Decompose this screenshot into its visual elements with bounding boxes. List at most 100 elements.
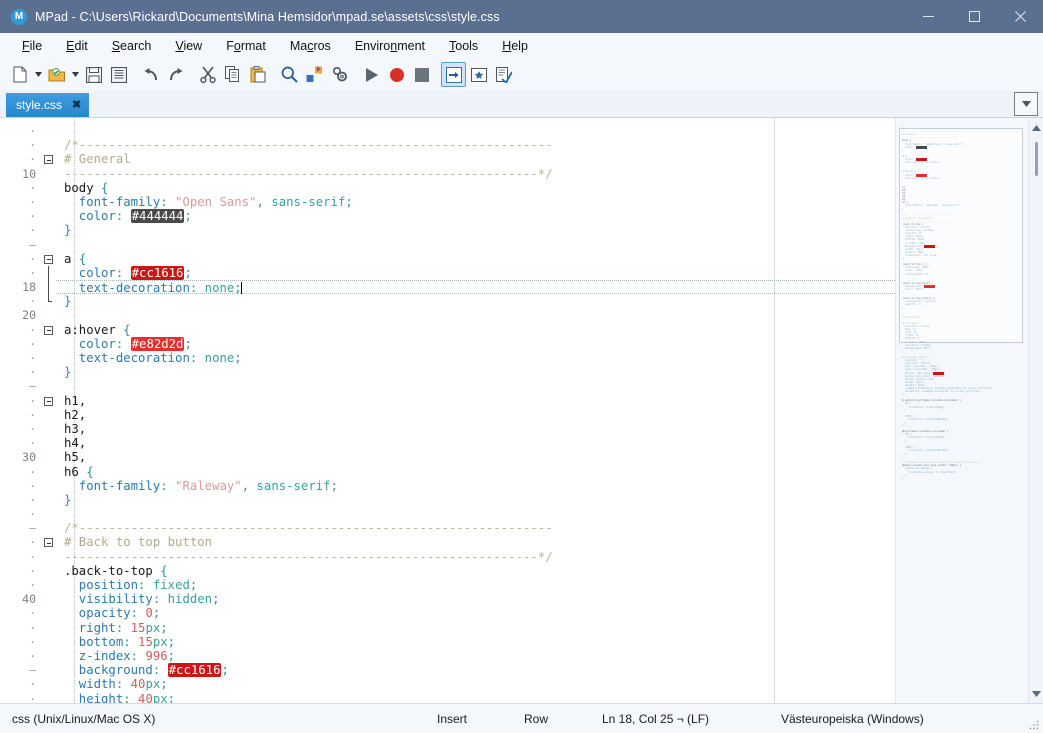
- scrollbar-thumb[interactable]: [1035, 142, 1038, 176]
- fold-cell[interactable]: [42, 252, 56, 266]
- fold-toggle-icon[interactable]: [44, 538, 53, 548]
- save-icon[interactable]: [81, 62, 106, 87]
- open-file-icon[interactable]: [44, 62, 69, 87]
- code-line[interactable]: background: #cc1616;: [56, 663, 895, 678]
- code-line[interactable]: text-decoration: none;: [56, 280, 895, 295]
- record-macro-icon[interactable]: [384, 62, 409, 87]
- code-line[interactable]: .back-to-top {: [56, 564, 895, 578]
- menu-item-environment[interactable]: Environment: [343, 36, 437, 56]
- status-insert-mode[interactable]: Insert: [437, 712, 467, 726]
- code-line[interactable]: font-family: "Raleway", sans-serif;: [56, 479, 895, 493]
- code-line[interactable]: visibility: hidden;: [56, 592, 895, 606]
- code-line[interactable]: ----------------------------------------…: [56, 167, 895, 181]
- code-line[interactable]: h4,: [56, 436, 895, 450]
- code-line[interactable]: a:hover {: [56, 323, 895, 337]
- code-text[interactable]: /*--------------------------------------…: [56, 124, 895, 703]
- fold-cell[interactable]: [42, 394, 56, 408]
- status-language[interactable]: css (Unix/Linux/Mac OS X): [12, 712, 155, 726]
- code-line[interactable]: [56, 238, 895, 252]
- code-line[interactable]: h5,: [56, 450, 895, 464]
- code-line[interactable]: }: [56, 294, 895, 308]
- open-file-dropdown-caret[interactable]: [69, 62, 81, 87]
- redo-icon[interactable]: [163, 62, 188, 87]
- code-line[interactable]: opacity: 0;: [56, 606, 895, 620]
- code-line[interactable]: h2,: [56, 408, 895, 422]
- search-icon[interactable]: [277, 62, 302, 87]
- code-line[interactable]: }: [56, 493, 895, 507]
- paste-icon[interactable]: [245, 62, 270, 87]
- menu-item-view[interactable]: View: [163, 36, 214, 56]
- fold-toggle-icon[interactable]: [44, 254, 53, 264]
- code-line[interactable]: ----------------------------------------…: [56, 550, 895, 564]
- fold-toggle-icon[interactable]: [44, 396, 53, 406]
- code-line[interactable]: h3,: [56, 422, 895, 436]
- menu-item-macros[interactable]: Macros: [278, 36, 343, 56]
- status-encoding[interactable]: Västeuropeiska (Windows): [781, 712, 924, 726]
- code-line[interactable]: width: 40px;: [56, 677, 895, 691]
- vertical-scrollbar[interactable]: [1028, 118, 1043, 703]
- maximize-button[interactable]: [951, 0, 997, 33]
- menu-item-edit[interactable]: Edit: [54, 36, 100, 56]
- code-line[interactable]: right: 15px;: [56, 621, 895, 635]
- undo-icon[interactable]: [138, 62, 163, 87]
- menu-item-format[interactable]: Format: [214, 36, 278, 56]
- code-line[interactable]: height: 40px;: [56, 692, 895, 704]
- code-line[interactable]: font-family: "Open Sans", sans-serif;: [56, 195, 895, 209]
- code-line[interactable]: [56, 124, 895, 138]
- menu-item-search[interactable]: Search: [100, 36, 164, 56]
- bookmark-icon[interactable]: [466, 62, 491, 87]
- stop-icon[interactable]: [409, 62, 434, 87]
- code-line[interactable]: [56, 507, 895, 521]
- run-play-icon[interactable]: [359, 62, 384, 87]
- code-folding-column[interactable]: [42, 118, 56, 703]
- fold-toggle-icon[interactable]: [44, 155, 53, 165]
- code-line[interactable]: color: #cc1616;: [56, 265, 895, 280]
- code-line[interactable]: h6 {: [56, 465, 895, 479]
- status-caret-position[interactable]: Ln 18, Col 25 ¬ (LF): [602, 712, 709, 726]
- menu-item-file[interactable]: File: [10, 36, 54, 56]
- code-line[interactable]: bottom: 15px;: [56, 635, 895, 649]
- title-bar[interactable]: M MPad - C:\Users\Rickard\Documents\Mina…: [0, 0, 1043, 33]
- fold-toggle-icon[interactable]: [44, 325, 53, 335]
- code-viewport[interactable]: /*--------------------------------------…: [56, 118, 895, 703]
- code-line[interactable]: [56, 308, 895, 322]
- code-line[interactable]: # Back to top button: [56, 535, 895, 549]
- settings-gears-icon[interactable]: [327, 62, 352, 87]
- close-button[interactable]: [997, 0, 1043, 33]
- code-line[interactable]: }: [56, 223, 895, 237]
- new-file-icon[interactable]: [7, 62, 32, 87]
- minimize-button[interactable]: [905, 0, 951, 33]
- code-line[interactable]: a {: [56, 252, 895, 266]
- scroll-up-arrow-icon[interactable]: [1029, 120, 1043, 135]
- code-line[interactable]: color: #e82d2d;: [56, 336, 895, 351]
- code-line[interactable]: /*--------------------------------------…: [56, 138, 895, 152]
- replace-icon[interactable]: [302, 62, 327, 87]
- cut-icon[interactable]: [195, 62, 220, 87]
- scroll-down-arrow-icon[interactable]: [1029, 686, 1043, 701]
- fold-cell[interactable]: [42, 535, 56, 549]
- new-file-dropdown-caret[interactable]: [32, 62, 44, 87]
- code-line[interactable]: color: #444444;: [56, 209, 895, 224]
- toggle-wordwrap-icon[interactable]: [441, 62, 466, 87]
- code-line[interactable]: /*--------------------------------------…: [56, 521, 895, 535]
- code-line[interactable]: z-index: 996;: [56, 649, 895, 663]
- fold-cell[interactable]: [42, 323, 56, 337]
- fold-cell[interactable]: [42, 152, 56, 166]
- code-line[interactable]: position: fixed;: [56, 578, 895, 592]
- spellcheck-icon[interactable]: [491, 62, 516, 87]
- resize-grip-icon[interactable]: [1029, 719, 1039, 730]
- copy-icon[interactable]: [220, 62, 245, 87]
- close-icon[interactable]: ✖: [72, 99, 81, 111]
- code-line[interactable]: [56, 379, 895, 393]
- status-selection-mode[interactable]: Row: [524, 712, 548, 726]
- save-all-icon[interactable]: [106, 62, 131, 87]
- menu-item-help[interactable]: Help: [490, 36, 540, 56]
- code-line[interactable]: body {: [56, 181, 895, 195]
- code-line[interactable]: text-decoration: none;: [56, 351, 895, 365]
- code-line[interactable]: h1,: [56, 394, 895, 408]
- code-line[interactable]: }: [56, 365, 895, 379]
- code-line[interactable]: # General: [56, 152, 895, 166]
- minimap[interactable]: }/*--------------------------------- # Ge…: [895, 118, 1028, 703]
- menu-item-tools[interactable]: Tools: [437, 36, 490, 56]
- tab-style-css[interactable]: style.css ✖: [6, 93, 90, 117]
